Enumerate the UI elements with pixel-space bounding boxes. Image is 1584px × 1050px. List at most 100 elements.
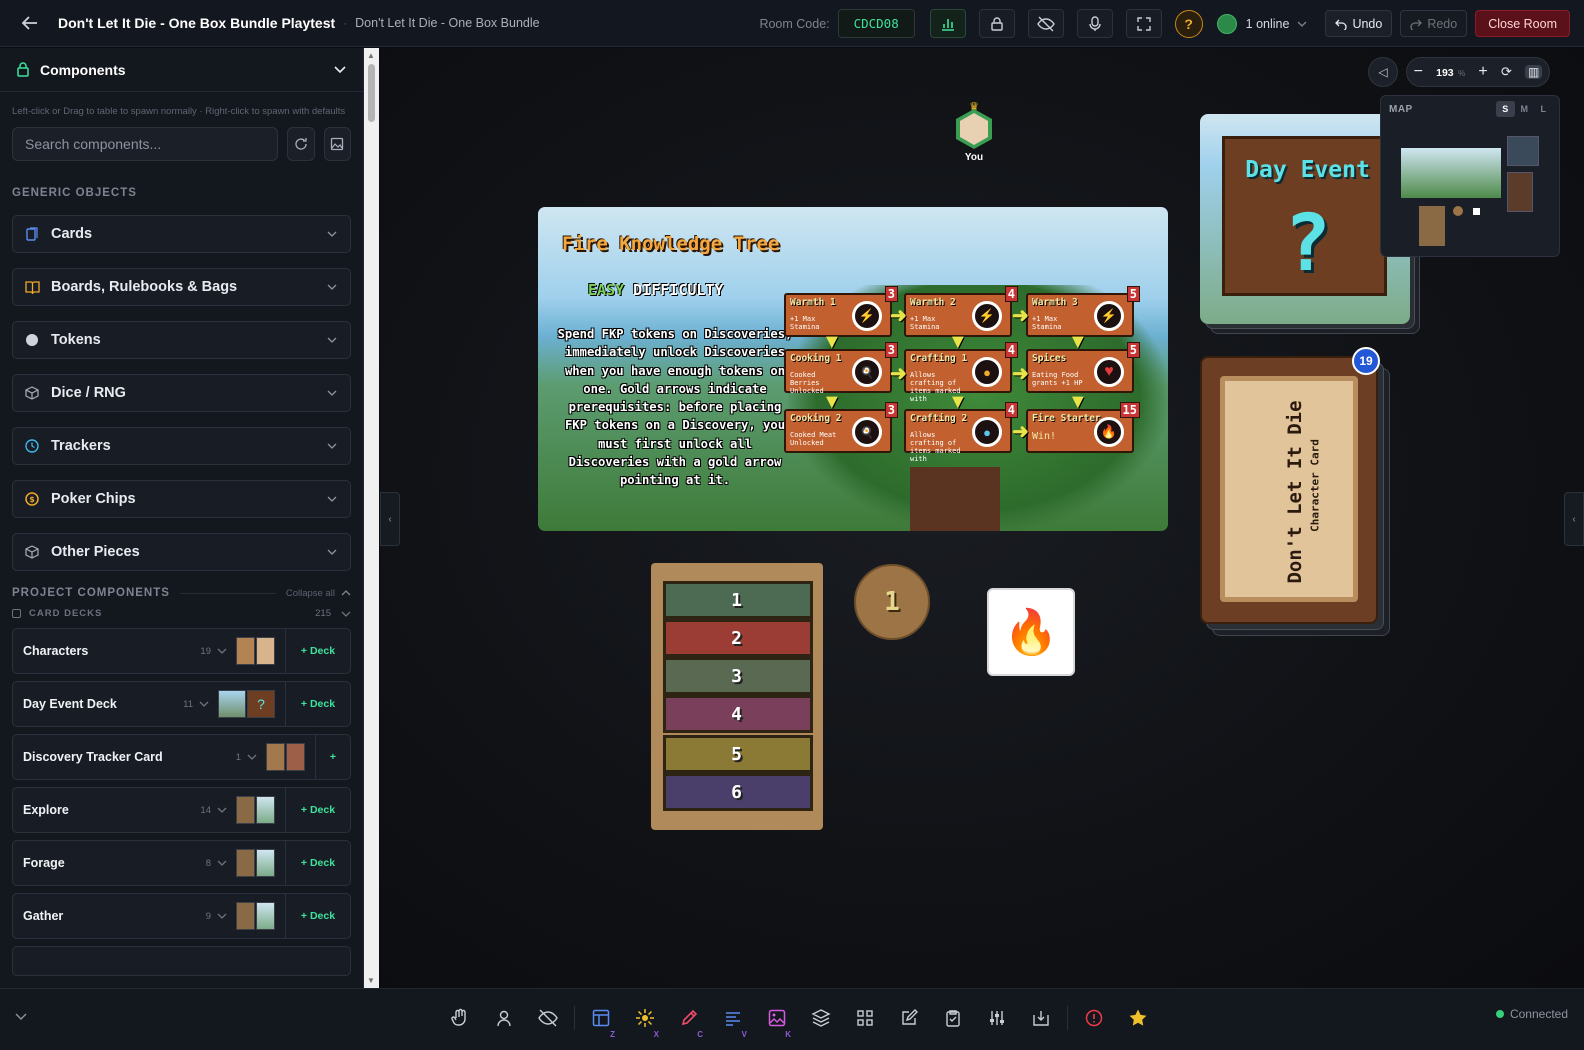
chevron-down-icon[interactable] bbox=[217, 911, 227, 921]
discovery-node[interactable]: Cooking 2 Cooked Meat Unlocked 🍳 3 bbox=[784, 402, 898, 453]
chevron-down-icon[interactable] bbox=[217, 646, 227, 656]
scroll-up-icon[interactable]: ▲ bbox=[367, 51, 375, 60]
add-deck-button[interactable]: + Deck bbox=[286, 857, 350, 869]
collapse-right-tab[interactable]: ‹ bbox=[1564, 492, 1584, 546]
back-button[interactable] bbox=[16, 9, 44, 37]
category-boards[interactable]: Boards, Rulebooks & Bags bbox=[12, 268, 351, 306]
category-dice[interactable]: Dice / RNG bbox=[12, 374, 351, 412]
sound-button[interactable]: ◁ bbox=[1368, 57, 1398, 87]
chevron-up-icon[interactable] bbox=[341, 588, 351, 598]
chevron-down-icon[interactable] bbox=[217, 858, 227, 868]
add-deck-button[interactable]: + Deck bbox=[286, 804, 350, 816]
category-tokens[interactable]: Tokens bbox=[12, 321, 351, 359]
chevron-down-icon[interactable] bbox=[247, 752, 257, 762]
hide-button[interactable] bbox=[1027, 9, 1064, 38]
scrollbar-thumb[interactable] bbox=[368, 64, 375, 122]
day-event-card[interactable]: Day Event ? bbox=[1200, 114, 1410, 324]
search-input[interactable]: Search components... bbox=[12, 127, 278, 161]
deck-row-gather[interactable]: Gather 9 + Deck bbox=[12, 893, 351, 939]
settings-tool-button[interactable] bbox=[975, 1003, 1019, 1033]
fire-knowledge-tree-board[interactable]: Fire Knowledge Tree EASY DIFFICULTY Spen… bbox=[538, 207, 1168, 531]
fkp-token[interactable]: 1 bbox=[854, 564, 930, 640]
spotlight-tool-button[interactable]: X bbox=[623, 1003, 667, 1039]
deck-row-characters[interactable]: Characters 19 + Deck bbox=[12, 628, 351, 674]
deck-row-explore[interactable]: Explore 14 + Deck bbox=[12, 787, 351, 833]
clipboard-tool-button[interactable] bbox=[931, 1003, 975, 1033]
image-button[interactable] bbox=[323, 127, 351, 161]
components-header[interactable]: Components bbox=[0, 48, 363, 92]
scroll-down-icon[interactable]: ▼ bbox=[367, 976, 375, 985]
chevron-down-icon[interactable] bbox=[199, 699, 209, 709]
collapse-left-tab[interactable]: ‹ bbox=[380, 492, 400, 546]
deck-row-day-event[interactable]: Day Event Deck 11 ? + Deck bbox=[12, 681, 351, 727]
zoom-in-button[interactable]: + bbox=[1478, 63, 1487, 81]
category-label: Poker Chips bbox=[51, 491, 136, 507]
chevron-down-icon[interactable] bbox=[333, 62, 347, 76]
category-poker-chips[interactable]: $ Poker Chips bbox=[12, 480, 351, 518]
image-tool-button[interactable]: K bbox=[755, 1003, 799, 1039]
favorite-tool-button[interactable] bbox=[1116, 1003, 1160, 1033]
campfire-tile[interactable]: 🔥 bbox=[987, 588, 1075, 676]
category-trackers[interactable]: Trackers bbox=[12, 427, 351, 465]
card-decks-checkbox[interactable] bbox=[12, 609, 21, 618]
hand-tool-button[interactable] bbox=[438, 1003, 482, 1033]
room-code[interactable]: CDCD08 bbox=[837, 9, 915, 38]
add-deck-button[interactable]: + Deck bbox=[286, 645, 350, 657]
map-size-medium[interactable]: M bbox=[1515, 101, 1534, 117]
deck-row-forage[interactable]: Forage 8 + Deck bbox=[12, 840, 351, 886]
add-card-button[interactable]: + bbox=[316, 751, 350, 763]
close-room-button[interactable]: Close Room bbox=[1475, 10, 1570, 37]
redo-button[interactable]: Redo bbox=[1400, 10, 1468, 37]
lock-button[interactable] bbox=[978, 9, 1015, 38]
player-avatar[interactable]: ♛ You bbox=[954, 100, 994, 163]
discovery-node[interactable]: Spices Eating Food grants +1 HP ♥ 5 bbox=[1026, 342, 1140, 393]
text-tool-button[interactable]: V bbox=[711, 1003, 755, 1039]
discovery-node[interactable]: Fire Starter Win! 🔥 15 bbox=[1026, 402, 1140, 453]
map-toggle-button[interactable]: ▥ bbox=[1525, 65, 1543, 79]
minimap[interactable]: MAP S M L bbox=[1380, 95, 1560, 257]
character-card[interactable]: Don't Let It Die Character Card bbox=[1200, 356, 1378, 624]
map-size-large[interactable]: L bbox=[1534, 101, 1553, 117]
card-decks-row[interactable]: CARD DECKS 215 bbox=[0, 599, 363, 619]
token-value: 1 bbox=[884, 587, 900, 617]
category-cards[interactable]: Cards bbox=[12, 215, 351, 253]
chevron-down-icon[interactable] bbox=[217, 805, 227, 815]
layout-tool-button[interactable]: Z bbox=[579, 1003, 623, 1039]
add-deck-label: Deck bbox=[309, 910, 336, 922]
alert-tool-button[interactable] bbox=[1072, 1003, 1116, 1033]
export-tool-button[interactable] bbox=[1019, 1003, 1063, 1033]
chevron-down-icon[interactable] bbox=[14, 1009, 28, 1023]
notes-tool-button[interactable] bbox=[887, 1003, 931, 1033]
help-button[interactable]: ? bbox=[1174, 9, 1203, 38]
online-users-dropdown[interactable]: 1 online bbox=[1216, 13, 1308, 34]
add-deck-button[interactable]: + Deck bbox=[286, 910, 350, 922]
add-deck-button[interactable]: + Deck bbox=[286, 698, 350, 710]
rotate-view-button[interactable]: ⟳ bbox=[1501, 64, 1512, 80]
zoom-out-button[interactable]: − bbox=[1414, 63, 1423, 81]
node-label: Spices bbox=[1032, 353, 1067, 364]
category-other-pieces[interactable]: Other Pieces bbox=[12, 533, 351, 571]
top-bar: Don't Let It Die - One Box Bundle Playte… bbox=[0, 0, 1584, 47]
grid-tool-button[interactable] bbox=[843, 1003, 887, 1033]
discovery-node[interactable]: Cooking 1 Cooked Berries Unlocked 🍳 3 bbox=[784, 342, 898, 395]
deck-row-partial[interactable] bbox=[12, 946, 351, 976]
game-table[interactable]: ‹ ‹ ♛ You Fire Knowledge Tree EASY DIFFI… bbox=[380, 48, 1584, 988]
layers-tool-button[interactable] bbox=[799, 1003, 843, 1033]
discovery-tracker-card[interactable]: 1 2 3 4 5 6 bbox=[651, 563, 823, 830]
pan-icon: 🍳 bbox=[852, 417, 882, 447]
discovery-node[interactable]: Crafting 2 Allows crafting of items marke… bbox=[904, 402, 1018, 463]
hide-tool-button[interactable] bbox=[526, 1003, 570, 1033]
discovery-node[interactable]: Crafting 1 Allows crafting of items marke… bbox=[904, 342, 1018, 403]
player-label: You bbox=[964, 152, 984, 163]
refresh-button[interactable] bbox=[287, 127, 315, 161]
pen-tool-button[interactable]: C bbox=[667, 1003, 711, 1039]
map-size-small[interactable]: S bbox=[1496, 101, 1515, 117]
deck-row-discovery-tracker[interactable]: Discovery Tracker Card 1 + bbox=[12, 734, 351, 780]
fullscreen-button[interactable] bbox=[1125, 9, 1162, 38]
sidebar-scrollbar[interactable]: ▲ ▼ bbox=[364, 48, 379, 988]
player-tool-button[interactable] bbox=[482, 1003, 526, 1033]
collapse-all-button[interactable]: Collapse all bbox=[286, 588, 335, 599]
microphone-button[interactable] bbox=[1076, 9, 1113, 38]
undo-button[interactable]: Undo bbox=[1325, 10, 1393, 37]
stats-button[interactable] bbox=[929, 9, 966, 38]
